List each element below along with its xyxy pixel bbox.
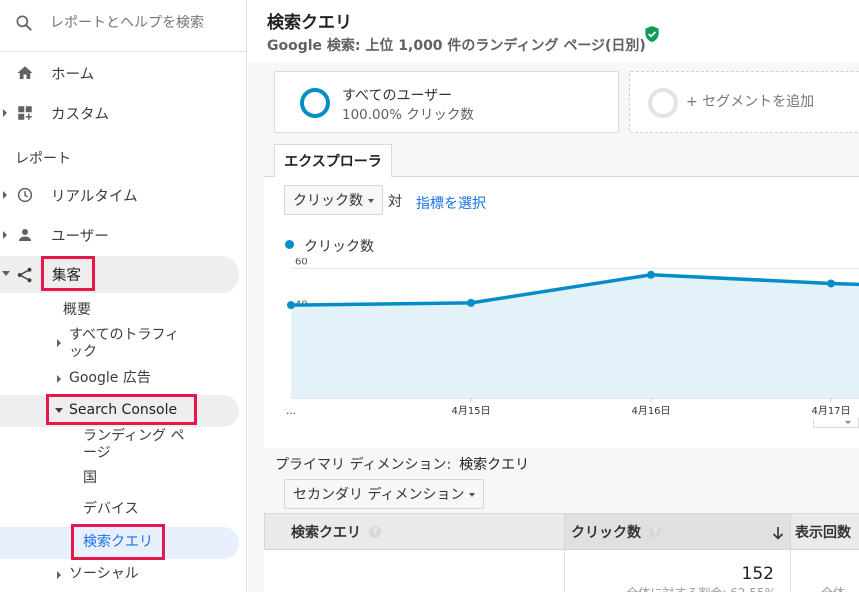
dropdown-arrow-icon	[469, 493, 475, 497]
acquisition-icon	[17, 267, 32, 283]
line-chart[interactable]: 204060…4月15日4月16日4月17日	[264, 258, 859, 420]
report-header: 検索クエリ Google 検索: 上位 1,000 件のランディング ページ(日…	[248, 0, 859, 62]
segment-subtitle: 100.00% クリック数	[342, 107, 474, 123]
data-point	[287, 301, 295, 310]
sidebar-item-realtime[interactable]: リアルタイム	[0, 178, 239, 212]
x-tick-label: …	[286, 406, 296, 417]
expand-caret-icon[interactable]	[57, 375, 61, 383]
expand-caret-icon[interactable]	[3, 231, 7, 239]
search-icon[interactable]	[14, 13, 34, 33]
sidebar-subitem-social[interactable]: ソーシャル	[69, 566, 139, 583]
totals-cell-impressions: 全体	[790, 550, 859, 592]
collapse-caret-icon[interactable]	[2, 271, 10, 276]
reports-section-label: レポート	[15, 151, 71, 167]
data-point	[467, 298, 475, 307]
y-tick-label: 60	[295, 258, 308, 267]
add-segment-button[interactable]: + セグメントを追加	[629, 71, 859, 133]
sidebar-subitem-devices[interactable]: デバイス	[83, 501, 139, 518]
home-icon	[17, 66, 33, 79]
highlight-box	[71, 524, 165, 560]
verified-shield-icon	[645, 26, 659, 42]
x-tick-label: 4月17日	[811, 405, 850, 417]
sidebar-item-label: リアルタイム	[51, 188, 138, 205]
sort-down-arrow-icon[interactable]	[772, 526, 784, 540]
sidebar-item-users[interactable]: ユーザー	[0, 218, 239, 252]
highlight-box	[46, 394, 197, 425]
search-input[interactable]	[50, 10, 235, 36]
metric-dropdown-label: クリック数	[293, 193, 363, 209]
search-bar	[0, 0, 247, 52]
primary-dimension-label: プライマリ ディメンション:	[275, 457, 452, 473]
expand-caret-icon[interactable]	[3, 191, 7, 199]
secondary-dimension-dropdown[interactable]: セカンダリ ディメンション	[284, 479, 484, 509]
sidebar-item-custom[interactable]: カスタム	[0, 96, 239, 130]
analytics-window: ホーム カスタム レポート リアルタイム	[0, 0, 859, 592]
segment-name: すべてのユーザー	[342, 88, 453, 104]
dashboard-plus-icon	[18, 106, 32, 120]
column-header-label: 表示回数	[795, 524, 851, 541]
impressions-share: 全体	[821, 584, 845, 592]
data-point	[827, 279, 835, 288]
x-tick-label: 4月16日	[631, 405, 670, 417]
add-segment-label: + セグメントを追加	[686, 94, 815, 110]
segment-circle-icon	[300, 88, 330, 118]
totals-cell-query	[264, 550, 565, 592]
column-header-label: クリック数	[571, 524, 641, 541]
chart-collapse-handle[interactable]	[813, 418, 859, 428]
versus-label: 対	[388, 194, 402, 210]
sidebar-item-label: カスタム	[51, 106, 109, 123]
sidebar: ホーム カスタム レポート リアルタイム	[0, 0, 247, 592]
data-table: 検索クエリ? クリック数? 表示回数 152 全体に対する割合: 62.55% …	[264, 513, 859, 592]
column-header-label: 検索クエリ	[291, 524, 361, 541]
legend-dot-icon	[285, 240, 294, 249]
expand-caret-icon[interactable]	[57, 339, 61, 347]
clock-icon	[17, 187, 33, 203]
column-header-query[interactable]: 検索クエリ?	[264, 513, 565, 550]
sidebar-subitem-country[interactable]: 国	[83, 470, 97, 487]
data-point	[647, 270, 655, 279]
clicks-share: 全体に対する割合: 62.55%	[626, 584, 776, 592]
sidebar-item-acquisition[interactable]: 集客	[0, 256, 239, 293]
sidebar-subitem-landing-pages[interactable]: ランディング ページ	[83, 428, 193, 462]
page-subtitle: Google 検索: 上位 1,000 件のランディング ページ(日別)	[267, 38, 646, 54]
x-tick-label: 4月15日	[451, 405, 490, 417]
sidebar-subitem-google-ads[interactable]: Google 広告	[69, 370, 151, 387]
series-area	[291, 274, 859, 398]
secondary-dimension-label: セカンダリ ディメンション	[293, 487, 465, 503]
sidebar-item-label: ホーム	[51, 66, 95, 83]
sidebar-item-home[interactable]: ホーム	[0, 56, 239, 90]
expand-caret-icon[interactable]	[57, 571, 61, 579]
metric-dropdown[interactable]: クリック数	[284, 185, 383, 215]
primary-dimension-value[interactable]: 検索クエリ	[459, 457, 529, 473]
sidebar-subitem-overview[interactable]: 概要	[63, 302, 91, 319]
page-title: 検索クエリ	[267, 13, 352, 33]
tab-explorer[interactable]: エクスプローラ	[274, 144, 392, 177]
legend-label: クリック数	[304, 239, 374, 255]
dropdown-arrow-icon	[368, 199, 374, 203]
column-header-clicks[interactable]: クリック数?	[564, 513, 791, 550]
highlight-box	[41, 256, 95, 291]
sidebar-subitem-all-traffic[interactable]: すべてのトラフィック	[69, 327, 189, 361]
totals-cell-clicks: 152 全体に対する割合: 62.55%	[564, 550, 791, 592]
clicks-total: 152	[741, 564, 774, 584]
expand-caret-icon[interactable]	[3, 109, 7, 117]
column-header-impressions[interactable]: 表示回数	[790, 513, 859, 550]
segment-all-users[interactable]: すべてのユーザー 100.00% クリック数	[274, 71, 619, 133]
select-metric-link[interactable]: 指標を選択	[416, 193, 486, 213]
help-icon[interactable]: ?	[369, 525, 381, 538]
sidebar-item-label: ユーザー	[51, 228, 109, 245]
help-icon[interactable]: ?	[649, 525, 661, 538]
segment-circle-icon	[648, 88, 678, 118]
person-icon	[19, 229, 31, 241]
primary-dimension: プライマリ ディメンション: 検索クエリ	[275, 454, 529, 474]
